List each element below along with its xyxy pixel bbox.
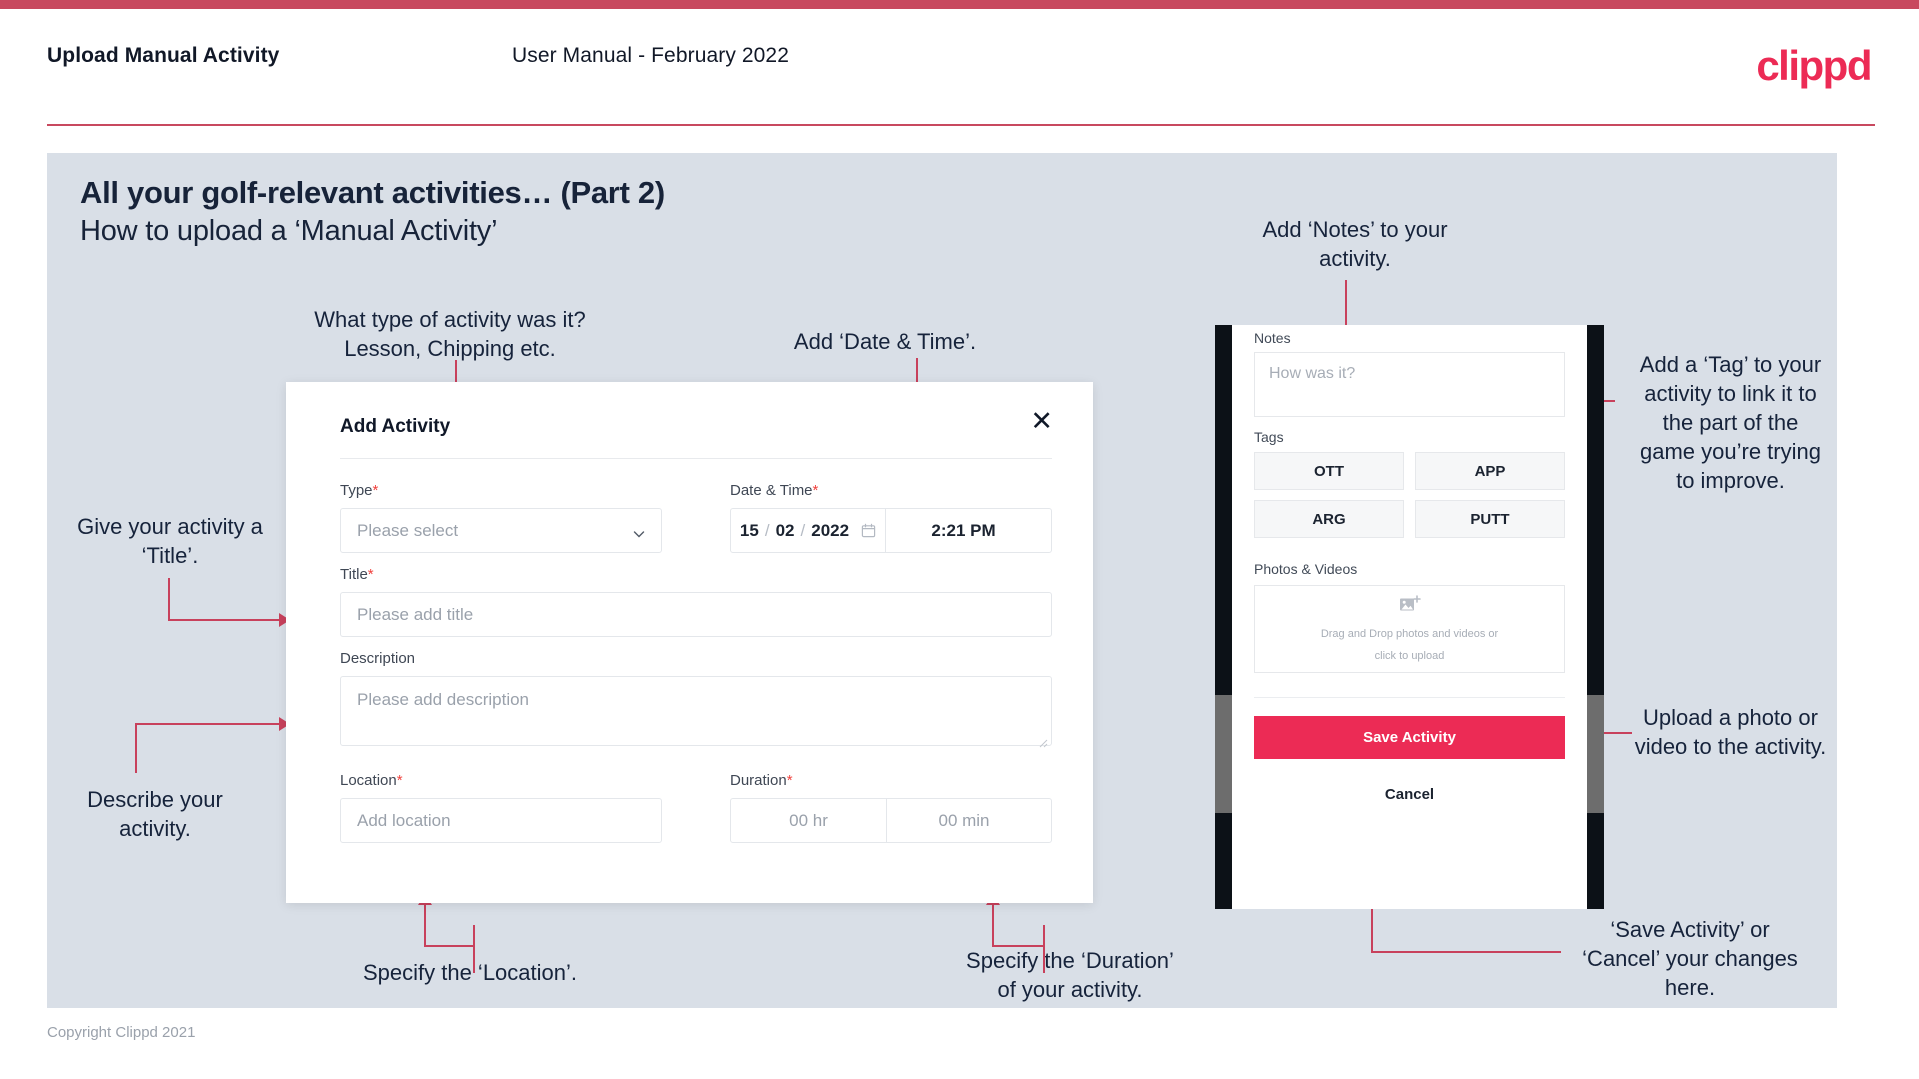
slide-subheading: How to upload a ‘Manual Activity’: [80, 215, 498, 247]
date-input[interactable]: 15 / 02 / 2022: [731, 509, 886, 552]
photo-dropzone[interactable]: Drag and Drop photos and videos or click…: [1254, 585, 1565, 673]
type-label-text: Type: [340, 482, 373, 499]
duration-required-marker: *: [786, 772, 793, 789]
scrollbar-thumb-left[interactable]: [1215, 695, 1232, 813]
title-input[interactable]: Please add title: [340, 592, 1052, 637]
duration-group: 00 hr 00 min: [730, 798, 1052, 843]
phone-photos-label: Photos & Videos: [1254, 561, 1358, 577]
phone-divider: [1254, 697, 1565, 698]
tag-app[interactable]: APP: [1415, 452, 1565, 490]
datetime-label: Date & Time*: [730, 482, 818, 499]
footer-copyright: Copyright Clippd 2021: [47, 1024, 196, 1041]
phone-screen: Notes How was it? Tags OTT APP ARG PUTT …: [1232, 325, 1587, 909]
description-label-text: Description: [340, 650, 416, 667]
page-title: Upload Manual Activity: [47, 44, 280, 67]
phone-notes-placeholder: How was it?: [1269, 365, 1356, 382]
location-placeholder: Add location: [357, 810, 451, 830]
date-sep-2: /: [800, 520, 806, 540]
phone-bezel-right: [1587, 325, 1604, 909]
duration-label: Duration*: [730, 772, 793, 789]
annotation-notes: Add ‘Notes’ to your activity.: [1262, 217, 1448, 271]
connector-duration-v1: [1043, 925, 1045, 973]
phone-notes-label: Notes: [1254, 330, 1291, 346]
resize-grip-icon[interactable]: [1038, 733, 1048, 748]
datetime-label-text: Date & Time: [730, 482, 813, 499]
location-label: Location*: [340, 772, 403, 789]
tag-arg[interactable]: ARG: [1254, 500, 1404, 538]
dialog-title: Add Activity: [340, 416, 451, 437]
location-label-text: Location: [340, 772, 397, 789]
add-activity-dialog: Add Activity ✕ Type* Please select Date …: [286, 382, 1093, 903]
tag-ott[interactable]: OTT: [1254, 452, 1404, 490]
annotation-duration: Specify the ‘Duration’ of your activity.: [966, 948, 1174, 1002]
title-placeholder: Please add title: [357, 604, 474, 624]
top-accent-bar: [0, 0, 1919, 9]
clippd-logo: clippd: [1756, 42, 1872, 89]
connector-duration-h: [992, 945, 1044, 947]
annotation-title: Give your activity a ‘Title’.: [77, 514, 263, 568]
connector-description-v: [135, 723, 137, 773]
slide-heading: All your golf-relevant activities… (Part…: [80, 175, 665, 210]
type-label: Type*: [340, 482, 378, 499]
annotation-upload: Upload a photo or video to the activity.: [1634, 705, 1827, 759]
phone-mockup: Notes How was it? Tags OTT APP ARG PUTT …: [1215, 325, 1604, 909]
connector-title-v: [168, 578, 170, 620]
annotation-location: Specify the ‘Location’.: [362, 960, 578, 985]
dialog-divider: [340, 458, 1052, 459]
date-sep-1: /: [764, 520, 770, 540]
annotation-datetime: Add ‘Date & Time’.: [793, 329, 977, 354]
connector-description-h: [135, 723, 280, 725]
title-label: Title*: [340, 566, 374, 583]
cancel-button[interactable]: Cancel: [1254, 775, 1565, 813]
datetime-group: 15 / 02 / 2022 2:21 PM: [730, 508, 1052, 553]
connector-location-h: [424, 945, 474, 947]
slide-canvas: Upload Manual Activity User Manual - Feb…: [0, 0, 1919, 1079]
close-icon[interactable]: ✕: [1030, 408, 1053, 435]
document-subtitle: User Manual - February 2022: [512, 44, 789, 67]
time-input[interactable]: 2:21 PM: [886, 509, 1041, 552]
save-activity-button[interactable]: Save Activity: [1254, 716, 1565, 759]
duration-label-text: Duration: [730, 772, 787, 789]
location-required-marker: *: [396, 772, 403, 789]
dropzone-text-line1: Drag and Drop photos and videos or: [1320, 627, 1499, 640]
duration-minutes-input[interactable]: 00 min: [886, 799, 1041, 842]
type-select[interactable]: Please select: [340, 508, 662, 553]
add-image-icon: [1399, 594, 1421, 620]
annotation-type: What type of activity was it? Lesson, Ch…: [314, 307, 586, 361]
datetime-required-marker: *: [812, 482, 819, 499]
date-year: 2022: [811, 520, 850, 540]
duration-hours-input[interactable]: 00 hr: [731, 799, 886, 842]
phone-tags-label: Tags: [1254, 429, 1284, 445]
scrollbar-thumb-right[interactable]: [1587, 695, 1604, 813]
dropzone-text-line2: click to upload: [1374, 649, 1445, 662]
description-placeholder: Please add description: [357, 690, 530, 709]
chevron-down-icon: [633, 525, 645, 537]
type-placeholder: Please select: [357, 520, 459, 540]
annotation-description: Describe your activity.: [87, 787, 223, 841]
date-day: 15: [739, 520, 759, 540]
description-label: Description: [340, 650, 415, 667]
title-label-text: Title: [340, 566, 368, 583]
phone-notes-input[interactable]: How was it?: [1254, 352, 1565, 417]
connector-save-h: [1371, 951, 1561, 953]
description-textarea[interactable]: Please add description: [340, 676, 1052, 748]
header-divider: [47, 124, 1875, 126]
type-required-marker: *: [372, 482, 379, 499]
connector-title-h: [168, 619, 280, 621]
annotation-tag: Add a ‘Tag’ to your activity to link it …: [1639, 352, 1822, 493]
phone-bezel-left: [1215, 325, 1232, 909]
connector-location-v2: [424, 905, 426, 946]
date-month: 02: [775, 520, 795, 540]
connector-location-v1: [473, 925, 475, 973]
annotation-save-cancel: ‘Save Activity’ or ‘Cancel’ your changes…: [1582, 917, 1798, 1000]
location-input[interactable]: Add location: [340, 798, 662, 843]
title-required-marker: *: [367, 566, 374, 583]
tag-putt[interactable]: PUTT: [1415, 500, 1565, 538]
calendar-icon[interactable]: [861, 523, 876, 538]
connector-duration-v2: [992, 905, 994, 946]
